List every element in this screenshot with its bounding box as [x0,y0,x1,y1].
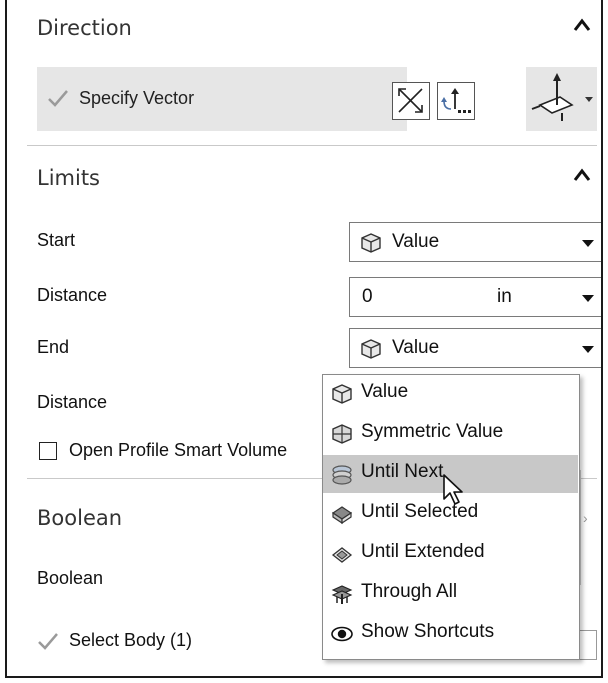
divider [27,145,597,146]
direction-group-title: Direction [37,16,132,40]
dropdown-item-label: Until Next [361,461,444,482]
vector-options-dropdown[interactable] [584,67,597,131]
start-distance-value: 0 [362,286,373,307]
boolean-label: Boolean [37,568,104,588]
chevron-down-icon [582,346,594,353]
dropdown-item-label: Until Extended [361,541,485,562]
dropdown-item-label: Show Shortcuts [361,621,495,642]
open-profile-checkbox[interactable] [39,442,57,460]
until-extended-icon [331,547,353,563]
through-all-icon [331,585,353,604]
end-distance-label: Distance [37,392,108,412]
start-type-select[interactable]: Value [349,222,601,262]
end-type-value: Value [392,337,440,358]
limits-group-title: Limits [37,166,100,190]
select-body-label: Select Body (1) [69,630,193,650]
value-icon [361,339,381,359]
dropdown-item-label: Value [361,381,409,402]
value-icon [361,233,381,253]
until-selected-icon [331,506,353,525]
value-icon [332,384,352,404]
chevron-down-icon [585,97,593,102]
chevron-down-icon [582,295,594,302]
start-distance-input[interactable]: 0 in [349,277,601,317]
check-icon [48,90,68,107]
vector-dialog-button[interactable] [437,82,475,120]
reverse-direction-icon [398,88,423,113]
dropdown-item-label: Symmetric Value [361,421,504,442]
end-type-dropdown-menu: Value Symmetric Value Until Next Until S… [322,374,580,660]
specify-vector-label: Specify Vector [79,88,195,108]
inferred-vector-icon [531,73,574,121]
collapse-caret-icon[interactable] [573,168,591,182]
direction-group-header[interactable]: Direction [27,0,597,52]
reverse-direction-button[interactable] [392,82,430,120]
start-distance-label: Distance [37,285,108,305]
dropdown-item-through-all[interactable]: Through All [323,575,578,613]
start-label: Start [37,230,76,250]
boolean-group-title: Boolean [37,506,123,530]
start-type-value: Value [392,231,440,252]
dropdown-item-symmetric-value[interactable]: Symmetric Value [323,415,578,453]
mouse-pointer-icon [443,474,463,505]
dropdown-item-value[interactable]: Value [323,375,578,413]
dropdown-item-until-extended[interactable]: Until Extended [323,535,578,573]
chevron-down-icon [582,240,594,247]
specify-vector-row[interactable]: Specify Vector [37,67,407,131]
end-type-select[interactable]: Value [349,328,601,368]
chevron-right-icon[interactable]: › [583,510,588,526]
inferred-vector-button[interactable] [526,67,584,131]
dropdown-item-label: Through All [361,581,458,602]
dropdown-item-show-shortcuts[interactable]: Show Shortcuts [323,615,578,653]
limits-group-header[interactable]: Limits [27,150,597,202]
show-shortcuts-icon [331,626,353,642]
side-panel-edge: › [580,470,595,585]
distance-unit: in [497,286,512,307]
check-icon [38,633,58,650]
open-profile-label: Open Profile Smart Volume [69,440,288,460]
collapse-caret-icon[interactable] [573,18,591,32]
symmetric-value-icon [332,424,352,444]
end-label: End [37,337,70,357]
vector-dialog-icon [441,88,471,113]
until-next-icon [332,465,352,485]
